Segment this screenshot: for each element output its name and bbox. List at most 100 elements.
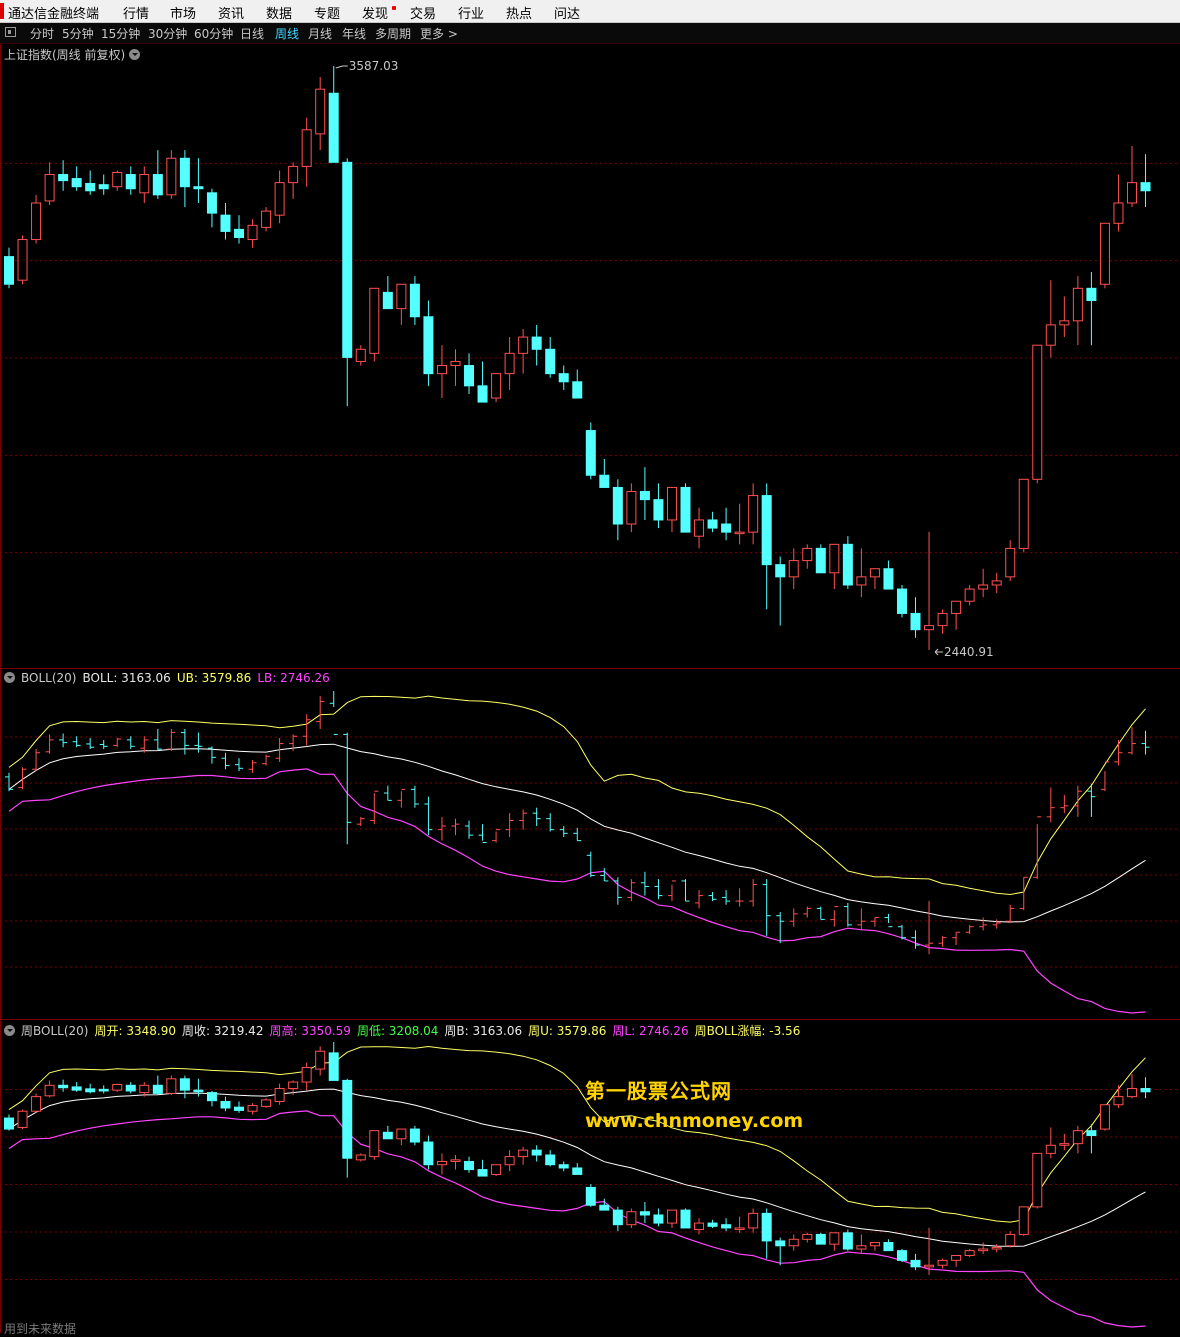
weekly-boll-legend: 周BOLL(20) 周开: 3348.90 周收: 3219.42 周高: 3350.… <box>4 1022 806 1039</box>
candle-body <box>924 625 935 631</box>
candle-body <box>518 336 529 354</box>
tab-yearly[interactable]: 年线 <box>342 25 366 42</box>
tab-monthly[interactable]: 月线 <box>308 25 332 42</box>
menu-item-redian[interactable]: 热点 <box>506 3 532 22</box>
candle-body <box>829 543 840 574</box>
candle-body <box>328 1052 339 1081</box>
candle-body <box>1032 344 1043 480</box>
layout-toggle-icon[interactable] <box>5 27 16 37</box>
menu-item-jiaoyi[interactable]: 交易 <box>410 3 436 22</box>
candle-body <box>612 486 623 525</box>
candle-body <box>423 1141 434 1166</box>
tab-fenshi[interactable]: 分时 <box>30 25 54 42</box>
menu-bar: 通达信金融终端 行情 市场 资讯 数据 专题 发现 交易 行业 热点 问达 <box>0 0 1180 23</box>
candle-body <box>734 531 745 535</box>
period-toolbar: 分时 5分钟 15分钟 30分钟 60分钟 日线 周线 月线 年线 多周期 更多… <box>0 23 1180 44</box>
candle-body <box>761 1212 772 1242</box>
boll-lb-value: LB: 2746.26 <box>257 671 330 685</box>
candle-body <box>856 1245 867 1250</box>
weekly-low: 周低: 3208.04 <box>356 1024 439 1038</box>
candle-body <box>1045 324 1056 346</box>
weekly-boll-panel[interactable]: 周BOLL(20) 周开: 3348.90 周收: 3219.42 周高: 3350.… <box>0 1020 1180 1333</box>
candle-body <box>1126 182 1137 204</box>
tab-multi-period[interactable]: 多周期 <box>375 25 411 42</box>
weekly-open: 周开: 3348.90 <box>94 1024 176 1038</box>
candle-body <box>31 1096 42 1112</box>
menu-item-shichang[interactable]: 市场 <box>170 3 196 22</box>
main-chart-panel[interactable]: 3587.03 2440.91 上证指数(周线 前复权) <box>0 44 1180 668</box>
candle-body <box>991 580 1002 586</box>
candle-body <box>464 365 475 387</box>
candle-body <box>328 92 339 163</box>
candle-body <box>31 202 42 241</box>
candle-body <box>261 210 272 228</box>
candle-body <box>288 1081 299 1090</box>
tab-30min[interactable]: 30分钟 <box>148 25 187 42</box>
candle-body <box>436 365 447 375</box>
tab-more[interactable]: 更多 > <box>420 25 458 42</box>
candle-body <box>206 1092 217 1102</box>
candle-body <box>937 1259 948 1266</box>
dropdown-caret-icon[interactable] <box>4 1025 15 1036</box>
candle-body <box>842 543 853 586</box>
tab-60min[interactable]: 60分钟 <box>194 25 233 42</box>
watermark-url: www.chnmoney.com <box>585 1110 804 1132</box>
candle-body <box>315 88 326 135</box>
candle-body <box>1126 1088 1137 1098</box>
tab-weekly[interactable]: 周线 <box>275 25 299 42</box>
candle-body <box>491 1164 502 1175</box>
candle-body <box>247 224 258 241</box>
candle-body <box>112 1083 123 1091</box>
dropdown-caret-icon[interactable] <box>129 49 141 60</box>
tab-daily[interactable]: 日线 <box>240 25 264 42</box>
candle-body <box>721 1224 732 1229</box>
candle-body <box>639 1211 650 1216</box>
menu-item-zixun[interactable]: 资讯 <box>218 3 244 22</box>
menu-item-faxian[interactable]: 发现 <box>362 3 388 22</box>
candle-body <box>464 1160 475 1171</box>
tab-more-label: 更多 <box>420 27 445 41</box>
candle-body <box>1018 478 1029 549</box>
menu-item-hangye[interactable]: 行业 <box>458 3 484 22</box>
boll-lower-line <box>8 1110 1146 1328</box>
tab-5min[interactable]: 5分钟 <box>62 25 94 42</box>
candle-body <box>775 564 786 578</box>
boll-panel[interactable]: BOLL(20) BOLL: 3163.06 UB: 3579.86 LB: 2746… <box>0 669 1180 1019</box>
candle-body <box>152 174 163 196</box>
candle-body <box>910 612 921 631</box>
candle-body <box>193 1089 204 1093</box>
candle-body <box>1059 1143 1070 1146</box>
candle-body <box>58 174 69 182</box>
candle-body <box>166 157 177 196</box>
candle-body <box>707 519 718 529</box>
candle-body <box>382 291 393 310</box>
candle-body <box>423 316 434 375</box>
candle-body <box>599 1204 610 1211</box>
candle-body <box>707 1222 718 1227</box>
candle-body <box>58 1084 69 1089</box>
candle-body <box>1099 222 1110 285</box>
dropdown-caret-icon[interactable] <box>4 672 15 683</box>
menu-item-zhuanti[interactable]: 专题 <box>314 3 340 22</box>
candle-body <box>193 186 204 190</box>
candle-body <box>924 1264 935 1268</box>
menu-item-shuju[interactable]: 数据 <box>266 3 292 22</box>
tab-15min[interactable]: 15分钟 <box>101 25 140 42</box>
candle-body <box>409 283 420 318</box>
candle-body <box>1086 1130 1097 1137</box>
weekly-boll-name: 周BOLL(20) <box>21 1024 89 1038</box>
candle-body <box>802 1233 813 1240</box>
menu-item-hangqing[interactable]: 行情 <box>123 3 149 22</box>
candle-body <box>342 161 353 358</box>
boll-lower-line <box>8 768 1146 1014</box>
candle-body <box>98 1088 109 1092</box>
menu-item-wenda[interactable]: 问达 <box>554 3 580 22</box>
candle-body <box>1032 1152 1043 1208</box>
candle-body <box>220 1100 231 1109</box>
boll-upper-line <box>8 695 1146 896</box>
candle-body <box>355 348 366 362</box>
candle-body <box>234 228 245 239</box>
candle-body <box>545 348 556 375</box>
candle-body <box>301 129 312 167</box>
app-title: 通达信金融终端 <box>8 7 100 22</box>
